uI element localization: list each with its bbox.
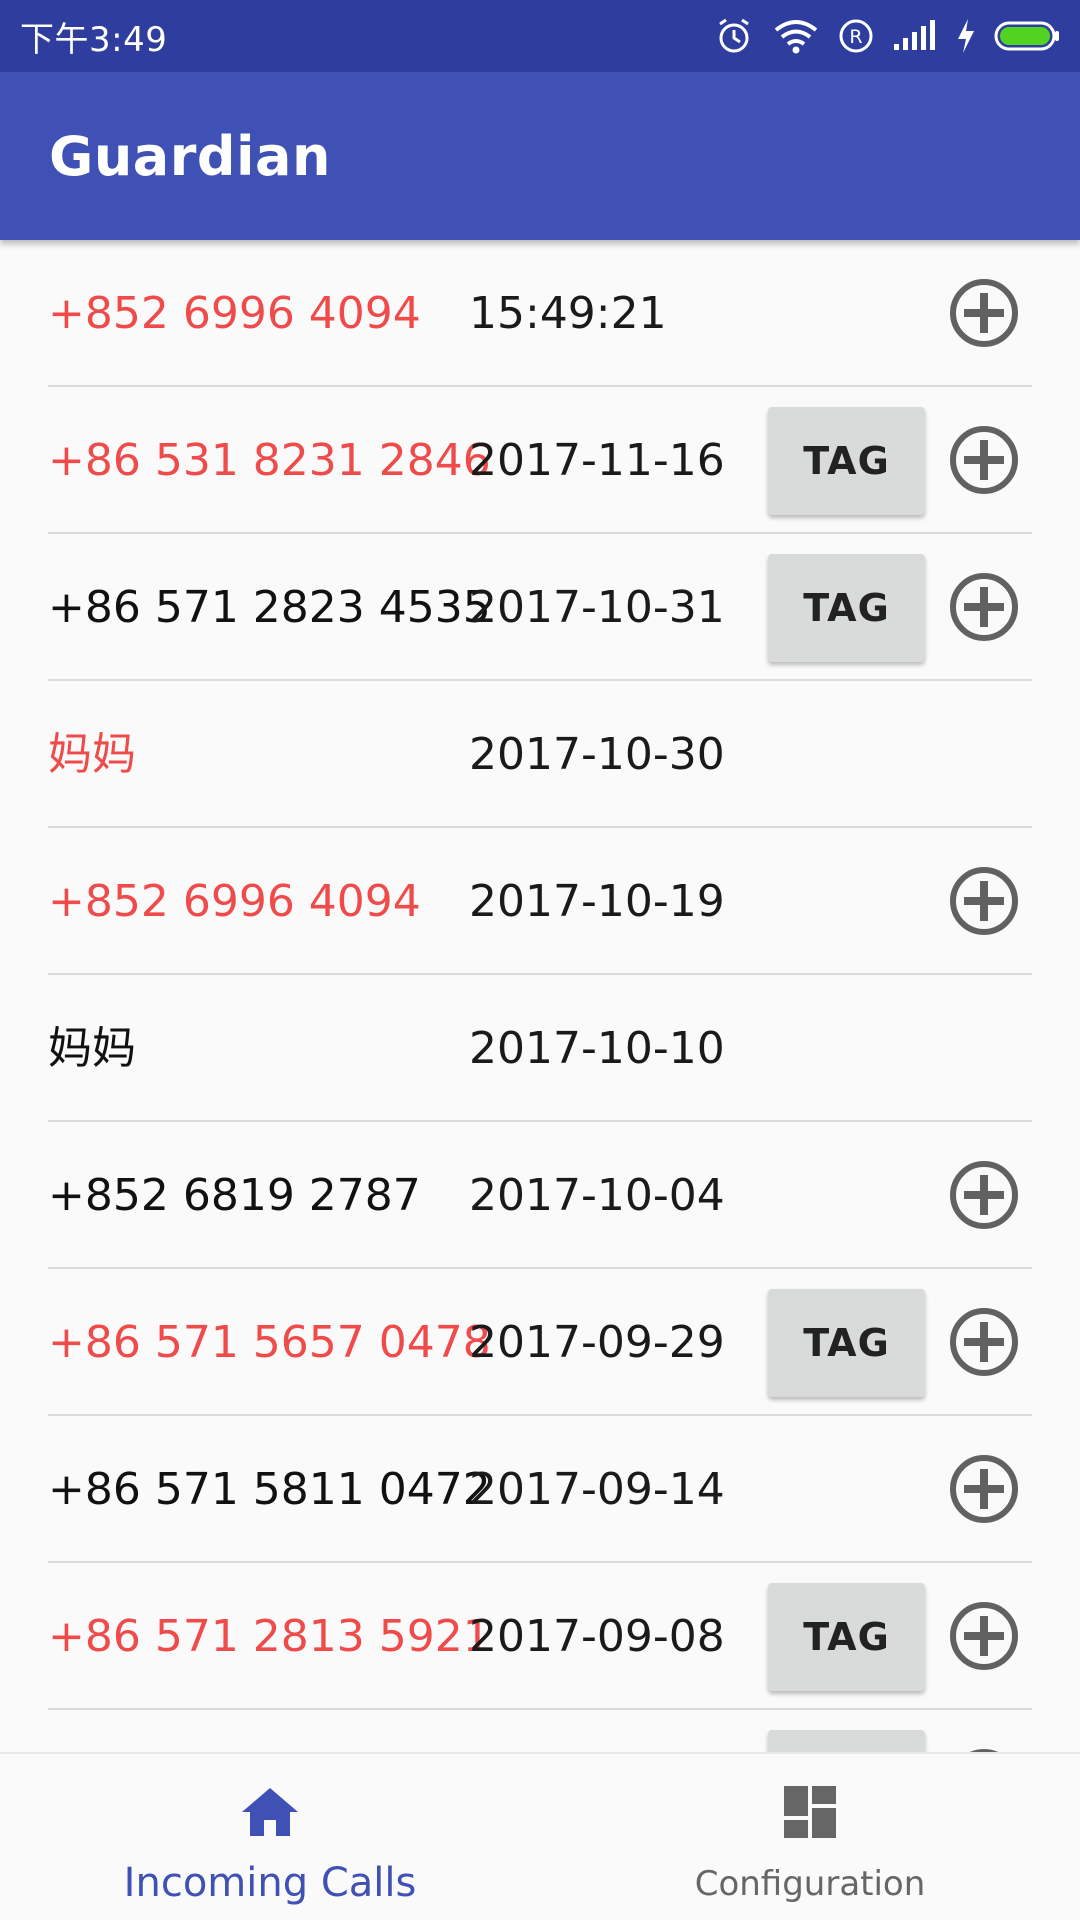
home-icon: [238, 1780, 302, 1844]
call-number: +852 6819 2787: [48, 1170, 421, 1221]
call-number: +86 571 2823 4535: [48, 582, 491, 633]
nav-label-configuration: Configuration: [694, 1864, 926, 1904]
call-number: +852 6996 4094: [48, 876, 421, 927]
call-date: 2017-09-08: [469, 1611, 725, 1662]
status-bar: 下午3:49 R: [0, 0, 1080, 72]
call-row[interactable]: +86 571 2823 4535 2017-10-31 TAG: [48, 534, 1032, 681]
add-circle-icon[interactable]: [948, 424, 1020, 496]
add-circle-icon[interactable]: [948, 865, 1020, 937]
tag-button[interactable]: TAG: [768, 1730, 925, 1752]
call-number: +86 531 8231 2846: [48, 435, 491, 486]
call-row[interactable]: 妈妈 2017-10-30: [48, 681, 1032, 828]
call-number: 妈妈: [48, 729, 136, 780]
call-date: 2017-10-04: [469, 1170, 725, 1221]
nav-configuration[interactable]: Configuration: [540, 1754, 1080, 1920]
call-date: 2017-11-16: [469, 435, 725, 486]
tag-button[interactable]: TAG: [768, 407, 925, 515]
app-root: 下午3:49 R Guardian +852 6996 4094 15:49:2…: [0, 0, 1080, 1920]
call-date: 2017-10-31: [469, 582, 725, 633]
nav-incoming-calls[interactable]: Incoming Calls: [0, 1754, 540, 1920]
call-number: +86 571 5657 0478: [48, 1317, 491, 1368]
wifi-icon: [772, 18, 820, 54]
call-date: 2017-10-30: [469, 729, 725, 780]
svg-text:R: R: [849, 26, 862, 48]
tag-button[interactable]: TAG: [768, 1583, 925, 1691]
alarm-icon: [714, 16, 754, 56]
dashboard-icon: [778, 1780, 842, 1844]
nav-label-incoming-calls: Incoming Calls: [123, 1860, 417, 1906]
app-bar: Guardian: [0, 72, 1080, 240]
app-title: Guardian: [49, 124, 331, 188]
tag-button[interactable]: TAG: [768, 554, 925, 662]
call-list[interactable]: +852 6996 4094 15:49:21 +86 531 8231 2846 2…: [0, 240, 1080, 1752]
registered-icon: R: [838, 18, 874, 54]
call-row[interactable]: TAG: [48, 1710, 1032, 1752]
call-date: 2017-10-10: [469, 1023, 725, 1074]
add-circle-icon[interactable]: [948, 277, 1020, 349]
add-circle-icon[interactable]: [948, 1159, 1020, 1231]
add-circle-icon[interactable]: [948, 1600, 1020, 1672]
battery-icon: [994, 20, 1060, 52]
call-row[interactable]: +852 6819 2787 2017-10-04: [48, 1122, 1032, 1269]
tag-button[interactable]: TAG: [768, 1289, 925, 1397]
add-circle-icon[interactable]: [948, 1453, 1020, 1525]
status-time: 下午3:49: [20, 19, 168, 60]
call-number: +852 6996 4094: [48, 288, 421, 339]
call-row[interactable]: +86 531 8231 2846 2017-11-16 TAG: [48, 387, 1032, 534]
call-row[interactable]: +86 571 5811 0472 2017-09-14: [48, 1416, 1032, 1563]
call-number: +86 571 5811 0472: [48, 1464, 491, 1515]
call-date: 15:49:21: [469, 288, 667, 339]
call-row[interactable]: +86 571 2813 5921 2017-09-08 TAG: [48, 1563, 1032, 1710]
call-date: 2017-10-19: [469, 876, 725, 927]
add-circle-icon[interactable]: [948, 1306, 1020, 1378]
call-row[interactable]: 妈妈 2017-10-10: [48, 975, 1032, 1122]
call-date: 2017-09-14: [469, 1464, 725, 1515]
call-number: +86 571 2813 5921: [48, 1611, 491, 1662]
signal-icon: [892, 20, 938, 52]
charging-icon: [956, 19, 976, 53]
add-circle-icon[interactable]: [948, 571, 1020, 643]
call-number: 妈妈: [48, 1023, 136, 1074]
call-row[interactable]: +852 6996 4094 15:49:21: [48, 240, 1032, 387]
call-row[interactable]: +852 6996 4094 2017-10-19: [48, 828, 1032, 975]
call-row[interactable]: +86 571 5657 0478 2017-09-29 TAG: [48, 1269, 1032, 1416]
call-date: 2017-09-29: [469, 1317, 725, 1368]
bottom-nav: Incoming Calls Configuration: [0, 1752, 1080, 1920]
status-icons: R: [714, 16, 1060, 56]
